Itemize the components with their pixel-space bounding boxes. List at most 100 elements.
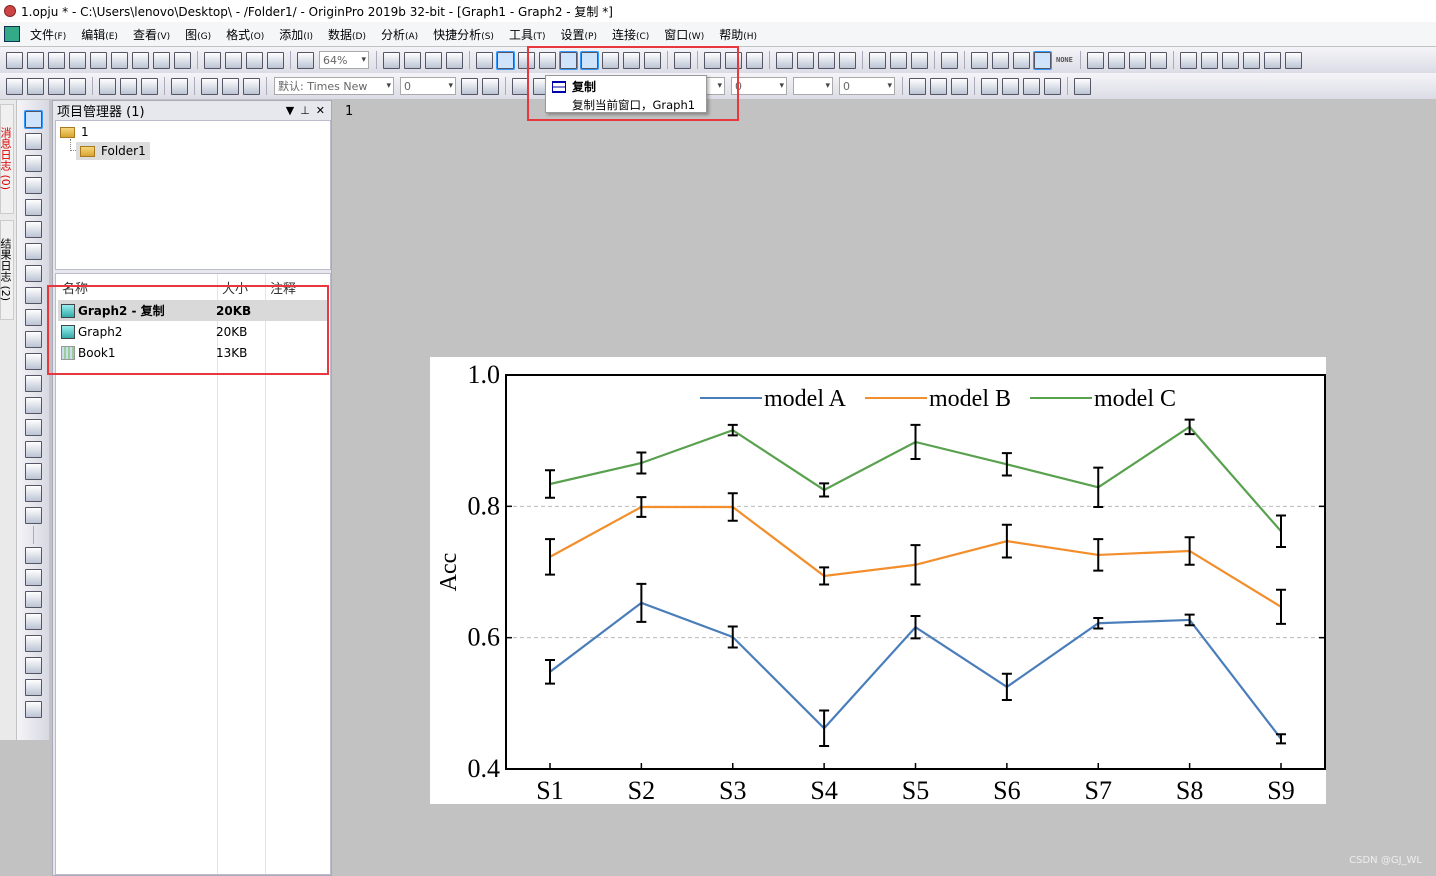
pointer-icon[interactable] [23,109,43,129]
italic-icon[interactable] [482,77,499,95]
menu-6[interactable]: 数据(D) [328,26,366,43]
anchor-icon[interactable] [24,612,42,630]
sort-icon[interactable] [746,51,763,69]
previous-icon[interactable] [1107,51,1125,69]
marker-icon[interactable] [24,656,42,674]
import-excel-icon[interactable] [69,77,86,95]
new-excel-icon[interactable] [174,51,191,69]
pattern-size-select[interactable]: 0 [839,77,895,95]
color-select[interactable] [793,77,833,95]
menu-12[interactable]: 窗口(W) [664,26,704,43]
fill-pattern-icon[interactable] [909,77,926,95]
tab-results-log[interactable]: 结果日志 (2) [0,220,14,320]
matrix-icon[interactable] [120,77,137,95]
text-tool-icon[interactable] [24,308,42,326]
column-icon[interactable] [141,77,158,95]
save-template-icon[interactable] [267,51,284,69]
new-layout-icon[interactable] [132,51,149,69]
copy-icon[interactable] [222,77,239,95]
mdi-window-icon[interactable] [4,26,20,42]
stack-icon-2[interactable] [24,506,42,524]
clone-icon[interactable] [171,77,188,95]
refresh-filter-icon[interactable] [911,51,928,69]
close-icon[interactable]: ✕ [316,104,331,117]
import-multi-icon[interactable] [48,77,65,95]
font-size-select[interactable]: 0 [400,77,456,95]
grid-icon[interactable] [24,700,42,718]
mask-icon[interactable] [941,51,958,69]
border-icon[interactable] [930,77,947,95]
app-icon-3[interactable] [1221,51,1239,69]
import-icon[interactable] [6,77,23,95]
line-icon[interactable] [24,374,42,392]
insert-graph-icon[interactable] [24,440,42,458]
ruler-icon[interactable] [24,634,42,652]
last-icon[interactable] [1149,51,1167,69]
menu-1[interactable]: 编辑(E) [81,26,118,43]
menu-13[interactable]: 帮助(H) [719,26,757,43]
data-selector-icon[interactable] [24,220,42,238]
open-template-icon[interactable] [225,51,242,69]
data-reader-icon[interactable] [24,198,42,216]
graph-page[interactable]: 0.4 0.6 0.8 1.0 S1 S2 S3 S4 S5 S6 S7 S8 S9 Acc model A… [430,357,1326,805]
menu-9[interactable]: 工具(T) [509,26,546,43]
menu-4[interactable]: 格式(O) [226,26,264,43]
layer-indicator[interactable]: 1 [345,104,353,119]
table-icon[interactable] [951,77,968,95]
bar-chart-icon[interactable] [797,51,814,69]
app-icon-1[interactable] [1179,51,1197,69]
code-builder-icon[interactable] [476,51,493,69]
set-y-icon[interactable] [992,51,1009,69]
menu-8[interactable]: 快捷分析(S) [433,26,494,43]
worksheet-icon[interactable] [99,77,116,95]
draw-data-icon[interactable] [24,286,42,304]
new-folder-icon[interactable] [27,51,44,69]
color-scale-icon[interactable] [24,546,42,564]
insert-table-icon[interactable] [24,462,42,480]
dropdown-icon[interactable]: ▼ [286,104,300,117]
new-workbook-icon[interactable] [48,51,65,69]
menu-11[interactable]: 连接(C) [612,26,649,43]
import-ascii-icon[interactable] [27,77,44,95]
app-icon-2[interactable] [1200,51,1218,69]
paste-icon[interactable] [243,77,260,95]
save-icon[interactable] [246,51,263,69]
print-icon[interactable] [383,51,400,69]
arrow-icon[interactable] [24,352,42,370]
menu-7[interactable]: 分析(A) [381,26,418,43]
stretch-icon[interactable] [1044,77,1061,95]
clear-filter-icon[interactable] [890,51,907,69]
hand-icon[interactable] [24,484,42,502]
lock-icon[interactable] [1074,77,1091,95]
app-icon-4[interactable] [1242,51,1260,69]
film-icon[interactable] [446,51,463,69]
tab-message-log[interactable]: 消息日志 (0) [0,104,14,214]
folder-graph-icon[interactable] [24,678,42,696]
tree-folder1[interactable]: Folder1 [76,142,150,160]
layer-icon[interactable] [24,590,42,608]
set-x-icon[interactable] [971,51,988,69]
mask-points-icon[interactable] [24,264,42,282]
column-chart-icon[interactable] [818,51,835,69]
next-icon[interactable] [1128,51,1146,69]
merge-icon[interactable] [981,77,998,95]
pin-icon[interactable]: ⊥ [300,104,316,117]
menu-3[interactable]: 图(G) [185,26,211,43]
x-icon[interactable] [1002,77,1019,95]
new-project-icon[interactable] [6,51,23,69]
column-values-icon[interactable] [776,51,793,69]
menu-10[interactable]: 设置(P) [560,26,596,43]
line-width-select[interactable]: 0 [731,77,787,95]
zoom-in-icon[interactable] [24,132,42,150]
new-notes-icon[interactable] [153,51,170,69]
recalculate-icon[interactable] [297,51,314,69]
set-none-button[interactable]: NONE [1055,52,1074,69]
font-select[interactable]: 默认: Times New [274,77,394,95]
filter-icon[interactable] [869,51,886,69]
spread-icon[interactable] [1023,77,1040,95]
first-icon[interactable] [1086,51,1104,69]
zoom-select[interactable]: 64% [319,51,369,69]
export-icon[interactable] [425,51,442,69]
duplicate-icon[interactable] [496,50,515,70]
set-z-icon[interactable] [1013,51,1030,69]
